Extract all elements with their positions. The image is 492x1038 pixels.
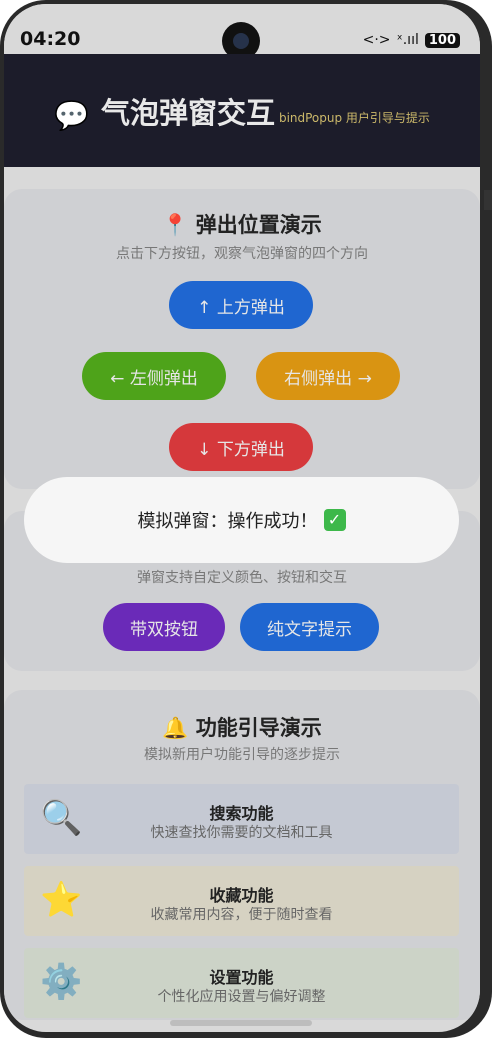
position-demo-card: 📍 弹出位置演示 点击下方按钮，观察气泡弹窗的四个方向 ↑ 上方弹出 ← 左侧弹… — [4, 189, 480, 489]
battery-icon: 100 — [424, 32, 460, 48]
phone-frame: 04:20 <·> ˣ.ııl 100 💬 气泡弹窗交互 bindPopup 用… — [0, 0, 492, 1038]
pin-icon: 📍 — [162, 213, 189, 237]
popup-right-button[interactable]: 右侧弹出 → — [256, 352, 400, 400]
feature-desc: 快速查找你需要的文档和工具 — [150, 825, 333, 841]
feature-title: 搜索功能 — [209, 804, 274, 823]
status-time: 04:20 — [20, 28, 81, 50]
page-title: 气泡弹窗交互 — [100, 95, 275, 130]
feature-item-search[interactable]: 🔍 搜索功能 快速查找你需要的文档和工具 — [24, 784, 459, 854]
text-only-popup-button[interactable]: 纯文字提示 — [240, 603, 379, 651]
screen: 04:20 <·> ˣ.ııl 100 💬 气泡弹窗交互 bindPopup 用… — [4, 4, 480, 1032]
section-subtitle: 点击下方按钮，观察气泡弹窗的四个方向 — [116, 246, 368, 262]
dual-button-popup-button[interactable]: 带双按钮 — [103, 603, 225, 651]
network-icon: <·> — [362, 32, 391, 48]
feature-desc: 收藏常用内容，便于随时查看 — [150, 907, 333, 923]
toast-message: 模拟弹窗：操作成功！ — [137, 511, 318, 532]
section-title: 📍 弹出位置演示 — [162, 213, 322, 237]
page-subtitle: bindPopup 用户引导与提示 — [278, 110, 430, 125]
speech-bubble-icon: 💬 — [54, 98, 89, 132]
guide-demo-card: 🔔 功能引导演示 模拟新用户功能引导的逐步提示 🔍 搜索功能 快速查找你需要的文… — [4, 690, 480, 1020]
feature-title: 收藏功能 — [209, 886, 274, 905]
check-icon: ✓ — [323, 509, 346, 531]
popup-left-button[interactable]: ← 左侧弹出 — [82, 352, 226, 400]
popup-toast[interactable]: 模拟弹窗：操作成功！ ✓ — [24, 477, 459, 563]
bell-icon: 🔔 — [162, 716, 189, 740]
page-header: 💬 气泡弹窗交互 bindPopup 用户引导与提示 — [4, 54, 480, 167]
popup-top-button[interactable]: ↑ 上方弹出 — [169, 281, 313, 329]
feature-item-favorite[interactable]: ⭐ 收藏功能 收藏常用内容，便于随时查看 — [24, 866, 459, 936]
signal-icon: ˣ.ııl — [396, 32, 419, 48]
section-subtitle: 模拟新用户功能引导的逐步提示 — [144, 747, 340, 763]
status-bar: 04:20 <·> ˣ.ııl 100 — [4, 4, 480, 60]
side-button — [484, 190, 492, 210]
section-subtitle: 弹窗支持自定义颜色、按钮和交互 — [137, 570, 347, 586]
feature-item-settings[interactable]: ⚙️ 设置功能 个性化应用设置与偏好调整 — [24, 948, 459, 1018]
popup-bottom-button[interactable]: ↓ 下方弹出 — [169, 423, 313, 471]
feature-title: 设置功能 — [209, 968, 274, 987]
section-title: 🔔 功能引导演示 — [162, 716, 322, 740]
feature-desc: 个性化应用设置与偏好调整 — [157, 989, 326, 1005]
home-indicator[interactable] — [170, 1020, 312, 1026]
status-icons: <·> ˣ.ııl 100 — [363, 32, 460, 48]
